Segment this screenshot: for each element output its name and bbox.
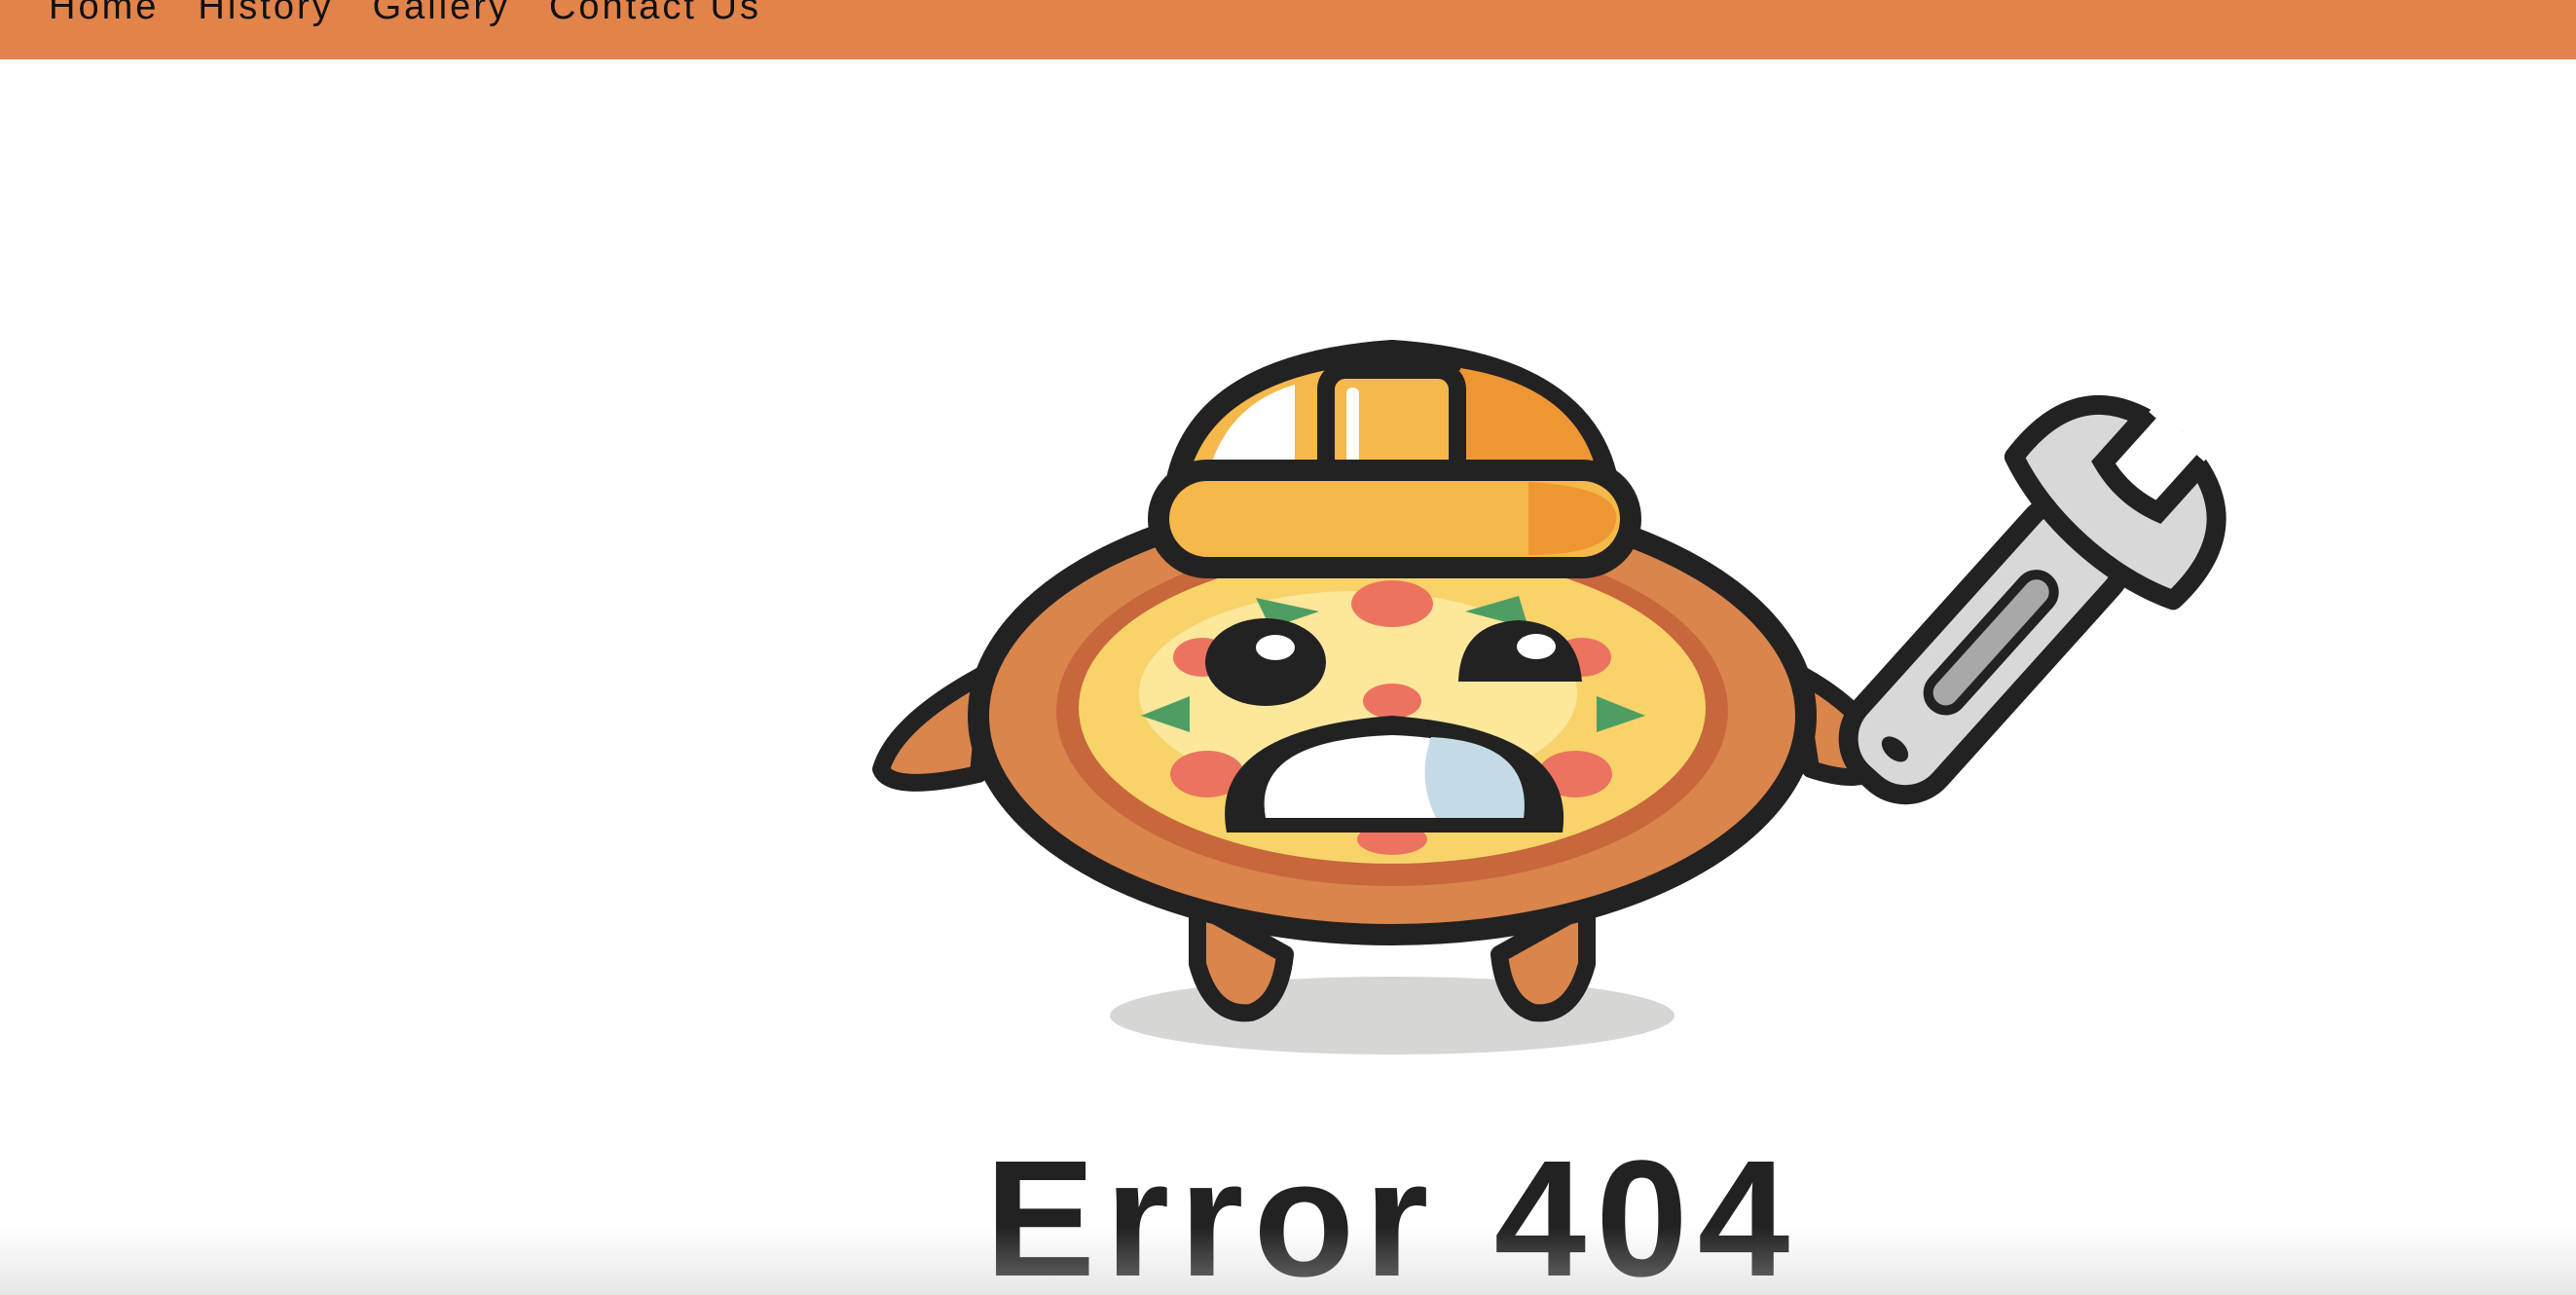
error-title: Error 404 — [985, 1127, 1800, 1295]
error-hero: Error 404 — [0, 59, 2576, 1295]
wrench-icon — [1838, 394, 2226, 805]
nav-links: Home History Gallery Contact Us — [0, 0, 761, 25]
nav-link-home[interactable]: Home — [49, 0, 159, 25]
nav-link-contact-us[interactable]: Contact Us — [549, 0, 761, 25]
nav-link-history[interactable]: History — [198, 0, 333, 25]
right-eye-glint — [1517, 634, 1556, 659]
left-eye-glint — [1256, 635, 1295, 660]
top-navbar: Home History Gallery Contact Us — [0, 0, 2576, 59]
ground-shadow — [1110, 977, 1674, 1054]
nav-link-gallery[interactable]: Gallery — [373, 0, 510, 25]
left-eye — [1205, 618, 1326, 706]
error-illustration: Error 404 — [872, 340, 2226, 1295]
